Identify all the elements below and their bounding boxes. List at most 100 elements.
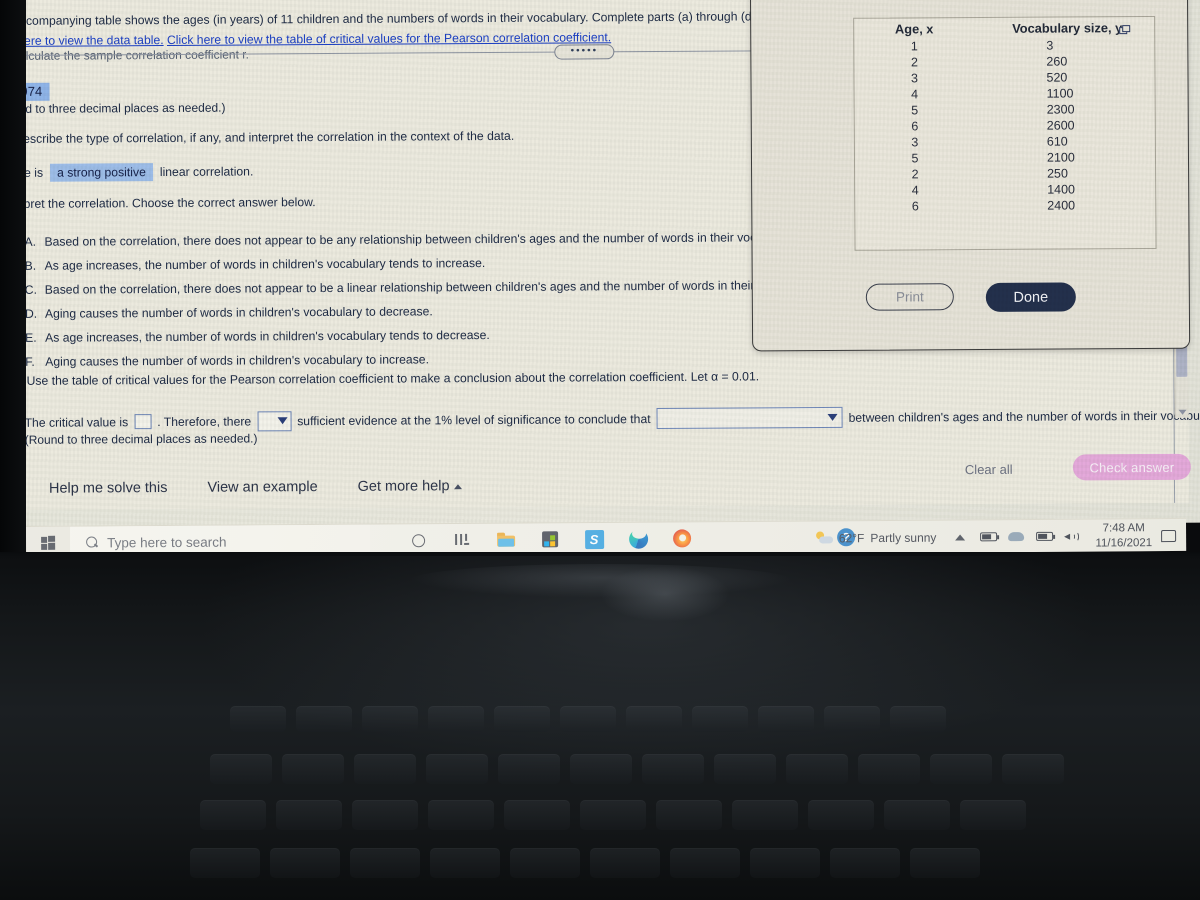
onedrive-button[interactable]	[1002, 520, 1030, 553]
keyboard-row	[0, 800, 1200, 830]
weather-temperature: 62°F	[838, 530, 865, 545]
table-row: 6 2400	[855, 197, 1155, 215]
critical-value-label: The critical value is	[24, 414, 129, 430]
column-header-age: Age, x	[894, 21, 934, 37]
chevron-down-icon	[277, 416, 288, 424]
part-c-prompt: (c) Describe the type of correlation, if…	[0, 128, 515, 147]
table-row: 2 250	[855, 165, 1155, 183]
scroll-down-arrow-icon[interactable]	[1178, 409, 1187, 415]
windows-logo-icon	[41, 535, 56, 550]
option-text: Based on the correlation, there does not…	[44, 278, 777, 297]
cell-age: 3	[910, 71, 919, 86]
table-row: 4 1100	[855, 85, 1155, 103]
speaker-icon	[1064, 530, 1080, 542]
age-vocabulary-table: Age, x Vocabulary size, y 1 3 2 260 3 520 4 110…	[854, 17, 1155, 215]
app-s-icon: S	[584, 529, 604, 549]
weather-widget[interactable]: 62°F Partly sunny	[806, 530, 947, 545]
get-more-help-label: Get more help	[357, 478, 450, 495]
table-row: 6 2600	[855, 117, 1155, 135]
clear-all-button[interactable]: Clear all	[965, 462, 1013, 477]
chevron-down-icon	[827, 413, 838, 421]
cell-vocab: 2300	[1046, 102, 1075, 117]
correlation-strength-dropdown[interactable]: a strong positive	[50, 163, 153, 182]
volume-button[interactable]	[1058, 520, 1086, 553]
partly-sunny-icon	[815, 531, 833, 544]
interpret-instruction: Interpret the correlation. Choose the co…	[0, 195, 316, 212]
data-table-popup: Age, x Vocabulary size, y 1 3 2 260 3 520 4 110…	[749, 0, 1191, 352]
cell-vocab: 2600	[1046, 118, 1075, 133]
cell-age: 2	[910, 55, 918, 70]
option-letter: D.	[24, 306, 38, 321]
cell-vocab: 610	[1046, 134, 1068, 149]
search-placeholder: Type here to search	[107, 534, 227, 550]
more-options-button[interactable]: •••••	[554, 44, 615, 60]
mystatlab-exercise-page: he accompanying table shows the ages (in…	[0, 0, 1200, 510]
answer-options-group: A. Based on the correlation, there does …	[6, 225, 798, 374]
rounding-note-b: Round to three decimal places as needed.…	[0, 100, 226, 117]
option-c[interactable]: C. Based on the correlation, there does …	[7, 273, 798, 302]
firefox-button[interactable]	[660, 522, 704, 555]
option-letter: E.	[25, 330, 37, 345]
app-s-button[interactable]: S	[572, 522, 616, 555]
option-text: As age increases, the number of words in…	[44, 256, 486, 273]
cell-vocab: 3	[1046, 38, 1054, 53]
get-more-help-link[interactable]: Get more help	[358, 478, 462, 495]
keyboard-row	[0, 848, 1200, 878]
table-row: 13	[854, 37, 1154, 55]
cell-vocab: 2400	[1047, 198, 1076, 213]
clock-time: 7:48 AM	[1102, 522, 1145, 535]
table-header-row: Age, x Vocabulary size, y	[854, 17, 1154, 39]
help-me-solve-this-link[interactable]: Help me solve this	[49, 480, 168, 497]
battery-saver-button[interactable]	[974, 520, 1002, 553]
edge-browser-button[interactable]	[616, 522, 660, 555]
option-letter: B.	[24, 258, 37, 273]
copy-icon[interactable]	[1119, 25, 1131, 35]
cell-age: 5	[911, 151, 919, 166]
laptop-keyboard	[0, 556, 1200, 900]
show-hidden-icons-button[interactable]	[946, 520, 974, 553]
cortana-circle-icon	[411, 533, 425, 547]
clock-date: 11/16/2021	[1095, 536, 1153, 550]
network-icon	[1035, 531, 1053, 541]
between-label: between children's ages and the number o…	[848, 408, 1200, 425]
conclusion-dropdown[interactable]	[656, 406, 843, 429]
left-bezel	[0, 0, 26, 560]
keyboard-highlight	[408, 564, 794, 598]
option-a[interactable]: A. Based on the correlation, there does …	[7, 225, 797, 254]
action-center-button[interactable]	[1161, 529, 1177, 542]
table-row: 4 1400	[855, 181, 1155, 199]
onedrive-cloud-icon	[1008, 532, 1025, 542]
chevron-up-icon	[955, 533, 966, 541]
option-letter: F.	[25, 354, 35, 369]
option-text: As age increases, the number of words in…	[45, 328, 490, 345]
cell-age: 6	[911, 119, 919, 134]
sufficiency-dropdown[interactable]	[257, 410, 292, 431]
done-button[interactable]: Done	[985, 282, 1076, 312]
network-button[interactable]	[1030, 520, 1058, 553]
check-answer-button[interactable]: Check answer	[1072, 453, 1191, 481]
cell-vocab: 260	[1046, 54, 1068, 69]
edge-icon	[628, 529, 648, 549]
cell-age: 2	[911, 167, 919, 182]
laptop-screen: he accompanying table shows the ages (in…	[0, 0, 1200, 530]
linear-correlation-label: linear correlation.	[159, 164, 254, 180]
folder-icon	[497, 532, 516, 547]
print-button[interactable]: Print	[865, 283, 954, 311]
part-d-answer-row: The critical value is . Therefore, there…	[25, 405, 1200, 433]
table-row: 3 610	[855, 133, 1155, 151]
firefox-icon	[673, 529, 692, 548]
keyboard-row	[0, 754, 1200, 784]
data-table-frame: Age, x Vocabulary size, y 1 3 2 260 3 520 4 110…	[853, 15, 1157, 251]
cell-age: 5	[911, 103, 919, 118]
keyboard-row	[0, 706, 1200, 732]
option-letter: A.	[24, 234, 37, 249]
clock[interactable]: 7:48 AM 11/16/2021	[1086, 521, 1161, 550]
laptop-photo: he accompanying table shows the ages (in…	[0, 0, 1200, 900]
critical-value-input[interactable]	[134, 414, 152, 430]
table-row: 2 260	[854, 53, 1154, 71]
table-row: 5 2300	[855, 101, 1155, 119]
view-an-example-link[interactable]: View an example	[207, 479, 317, 496]
cell-vocab: 250	[1047, 166, 1068, 181]
microsoft-store-button[interactable]	[528, 523, 572, 556]
system-tray: 62°F Partly sunny 7:48 AM 11/16/2021	[806, 519, 1182, 555]
